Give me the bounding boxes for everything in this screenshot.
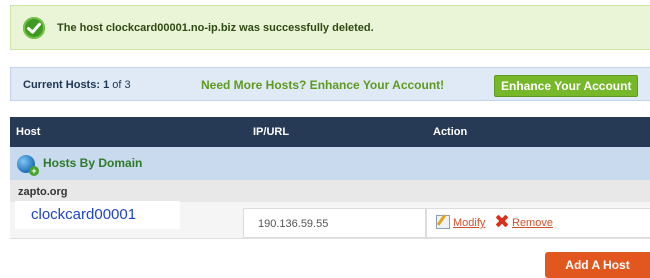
remove-link[interactable]: Remove [512, 217, 553, 229]
hosts-table-header: Host IP/URL Action [10, 117, 650, 147]
current-hosts-count: Current Hosts: 1 of 3 [23, 79, 131, 91]
current-hosts-number: 1 [103, 79, 110, 91]
host-summary-bar: Current Hosts: 1 of 3 Need More Hosts? E… [10, 67, 650, 101]
host-name-cell: clockcard00001 [15, 201, 180, 229]
check-icon [23, 17, 45, 39]
add-host-button[interactable]: Add A Host [545, 252, 650, 278]
enhance-account-button[interactable]: Enhance Your Account [494, 75, 639, 97]
host-name[interactable]: clockcard00001 [31, 206, 136, 223]
domain-group-row: zapto.org [10, 180, 650, 202]
success-message-box: The host clockcard00001.no-ip.biz was su… [10, 5, 650, 50]
hosts-by-domain-title: Hosts By Domain [43, 156, 143, 170]
hosts-by-domain-row: + Hosts By Domain [10, 147, 650, 180]
action-cell: Modify Remove [426, 208, 650, 238]
success-message-text: The host clockcard00001.no-ip.biz was su… [57, 22, 374, 34]
ip-address: 190.136.59.55 [258, 218, 329, 230]
current-hosts-label: Current Hosts: [23, 79, 101, 91]
modify-icon[interactable] [436, 215, 450, 229]
enhance-promo-text: Need More Hosts? Enhance Your Account! [201, 78, 445, 92]
remove-icon[interactable] [495, 214, 509, 228]
modify-link[interactable]: Modify [453, 217, 485, 229]
column-ip-url: IP/URL [253, 126, 290, 138]
domain-name: zapto.org [18, 186, 68, 198]
globe-add-icon: + [17, 155, 39, 176]
column-host: Host [16, 126, 41, 138]
ip-cell: 190.136.59.55 [243, 208, 426, 238]
column-action: Action [433, 126, 468, 138]
current-hosts-total: of 3 [112, 79, 131, 91]
